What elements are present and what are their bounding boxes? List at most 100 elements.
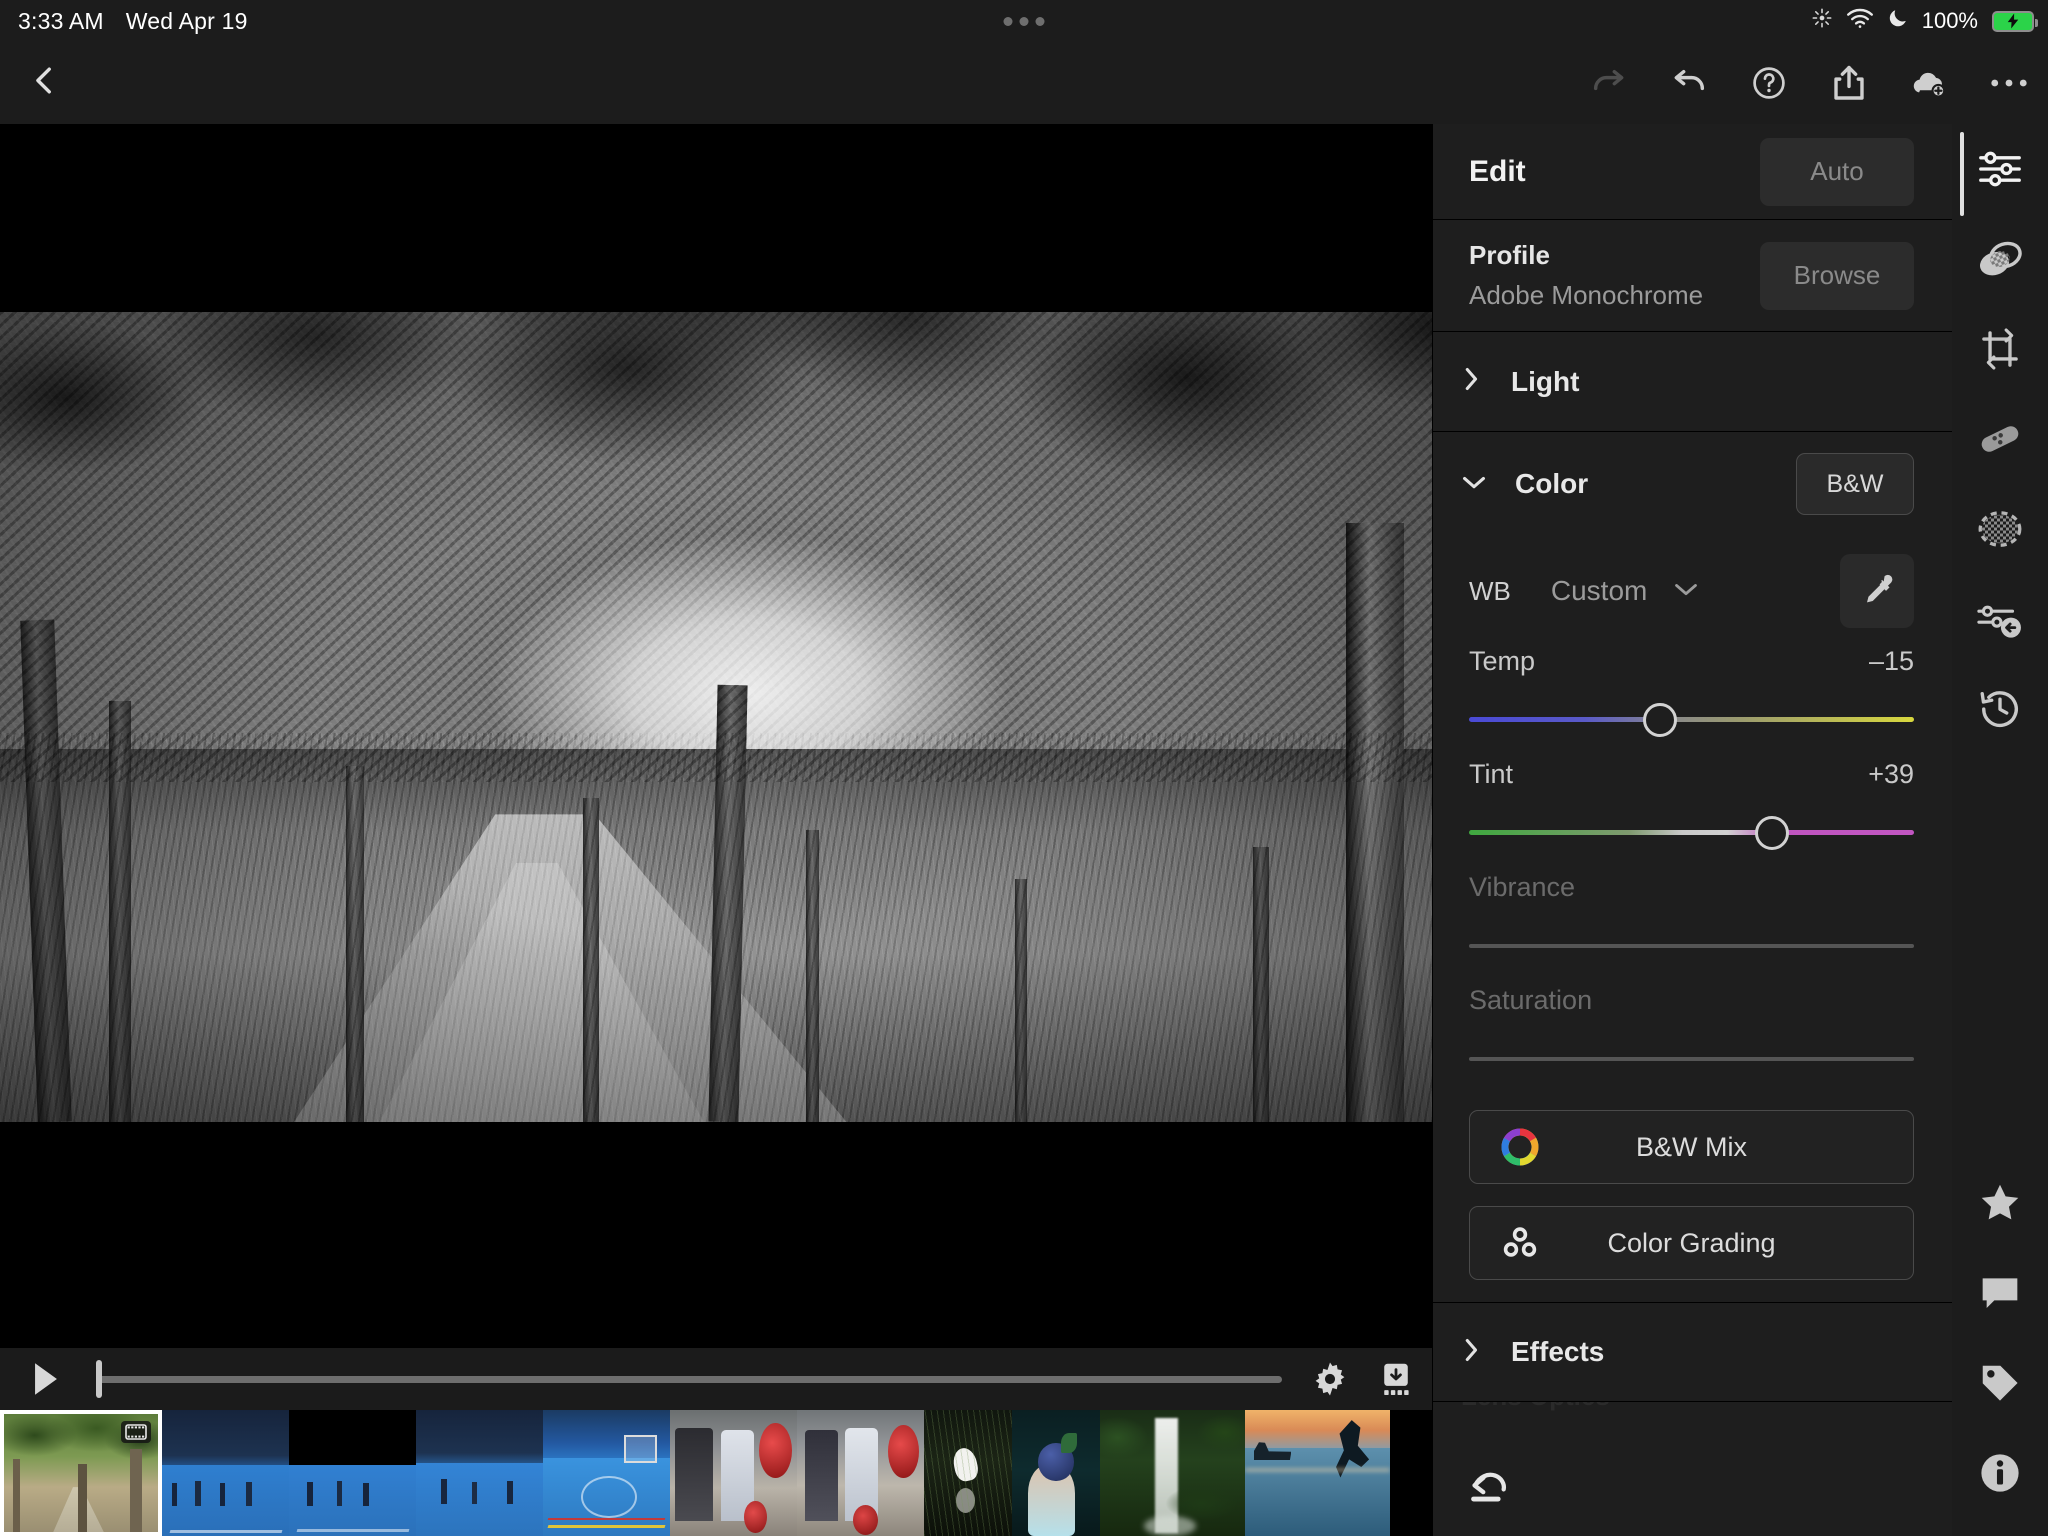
info-icon[interactable]	[1952, 1428, 2048, 1518]
section-color[interactable]: Color B&W	[1433, 432, 1952, 536]
list-item[interactable]	[924, 1410, 1012, 1536]
presets-icon[interactable]	[1952, 574, 2048, 664]
slider-tint[interactable]: Tint +39	[1469, 759, 1914, 850]
panel-scroll-indicator[interactable]	[1960, 132, 1964, 216]
white-balance-row[interactable]: WB Custom	[1469, 536, 1914, 646]
slider-vibrance-track-wrap	[1469, 929, 1914, 963]
bw-toggle-button[interactable]: B&W	[1796, 453, 1914, 515]
redo-icon[interactable]	[1590, 64, 1628, 102]
list-item[interactable]	[0, 1410, 162, 1536]
chevron-down-icon[interactable]	[1673, 579, 1699, 604]
section-color-left: Color	[1461, 468, 1588, 500]
export-frame-icon[interactable]	[1374, 1357, 1418, 1401]
slider-tint-track[interactable]	[1469, 830, 1914, 835]
section-light-left: Light	[1461, 366, 1579, 398]
edit-panel-footer	[1433, 1440, 1952, 1536]
section-clipped-label: Lens Optics	[1461, 1402, 1610, 1412]
dynamic-island-dots	[1004, 17, 1045, 26]
edit-sliders-icon[interactable]	[1952, 124, 2048, 214]
color-grading-button[interactable]: Color Grading	[1469, 1206, 1914, 1280]
slider-saturation-head: Saturation	[1469, 985, 1914, 1016]
list-item[interactable]	[416, 1410, 543, 1536]
crop-icon[interactable]	[1952, 304, 2048, 394]
bw-mix-button[interactable]: B&W Mix	[1469, 1110, 1914, 1184]
status-bar: 3:33 AM Wed Apr 19	[0, 0, 2048, 42]
slider-tint-value: +39	[1868, 759, 1914, 790]
gear-icon[interactable]	[1308, 1357, 1352, 1401]
page-title: Edit	[1469, 155, 1526, 189]
cloud-add-icon[interactable]	[1910, 64, 1948, 102]
list-item[interactable]	[543, 1410, 670, 1536]
back-chevron-icon[interactable]	[28, 61, 62, 106]
filmstrip[interactable]	[0, 1410, 1440, 1536]
list-item[interactable]	[162, 1410, 289, 1536]
list-item[interactable]	[797, 1410, 924, 1536]
profile-value: Adobe Monochrome	[1469, 280, 1703, 311]
color-wheel-icon	[1498, 1125, 1542, 1169]
section-light[interactable]: Light	[1433, 332, 1952, 432]
chevron-down-icon[interactable]	[1461, 471, 1487, 498]
slider-tint-track-wrap[interactable]	[1469, 816, 1914, 850]
section-effects[interactable]: Effects	[1433, 1302, 1952, 1402]
toolbar-actions	[1590, 64, 2028, 102]
selective-mask-icon[interactable]	[1952, 484, 2048, 574]
chevron-right-icon[interactable]	[1461, 366, 1483, 397]
slider-temp-track-wrap[interactable]	[1469, 703, 1914, 737]
tags-icon[interactable]	[1952, 1338, 2048, 1428]
star-rating-icon[interactable]	[1952, 1158, 2048, 1248]
masking-icon[interactable]	[1952, 214, 2048, 304]
slider-vibrance-label: Vibrance	[1469, 872, 1575, 903]
list-item[interactable]	[289, 1410, 416, 1536]
section-effects-left: Effects	[1461, 1336, 1604, 1368]
play-icon[interactable]	[28, 1361, 64, 1397]
video-badge-icon	[121, 1421, 151, 1443]
reset-arrow-icon[interactable]	[1469, 1466, 1515, 1511]
slider-vibrance: Vibrance	[1469, 872, 1914, 963]
battery-percent: 100%	[1922, 8, 1978, 34]
versions-history-icon[interactable]	[1952, 664, 2048, 754]
dot-icon	[1020, 17, 1029, 26]
wifi-icon	[1846, 7, 1874, 35]
battery-charging-icon	[1992, 11, 2034, 32]
slider-temp-label: Temp	[1469, 646, 1535, 677]
slider-temp-value: –15	[1869, 646, 1914, 677]
status-date: Wed Apr 19	[126, 8, 248, 35]
profile-info: Profile Adobe Monochrome	[1469, 240, 1703, 311]
slider-temp-head: Temp –15	[1469, 646, 1914, 677]
slider-tint-head: Tint +39	[1469, 759, 1914, 790]
chevron-right-icon[interactable]	[1461, 1337, 1483, 1368]
eyedropper-icon[interactable]	[1840, 554, 1914, 628]
list-item[interactable]	[1245, 1410, 1390, 1536]
list-item[interactable]	[1012, 1410, 1100, 1536]
color-grading-icon	[1498, 1221, 1542, 1265]
more-options-icon[interactable]	[1990, 64, 2028, 102]
edited-photo[interactable]	[0, 312, 1440, 1122]
color-section-body: WB Custom Temp –15	[1433, 536, 1952, 1280]
top-toolbar	[0, 42, 2048, 124]
slider-saturation: Saturation	[1469, 985, 1914, 1076]
photo-canvas[interactable]	[0, 124, 1440, 1348]
scrub-slider[interactable]	[96, 1361, 1282, 1397]
slider-saturation-track-wrap	[1469, 1042, 1914, 1076]
slider-temp-track[interactable]	[1469, 717, 1914, 722]
healing-brush-icon[interactable]	[1952, 394, 2048, 484]
edit-panel-header: Edit Auto	[1433, 124, 1952, 220]
undo-icon[interactable]	[1670, 64, 1708, 102]
slider-vibrance-track	[1469, 944, 1914, 948]
playhead[interactable]	[96, 1360, 102, 1398]
auto-button[interactable]: Auto	[1760, 138, 1914, 206]
share-icon[interactable]	[1830, 64, 1868, 102]
profile-row[interactable]: Profile Adobe Monochrome Browse	[1433, 220, 1952, 332]
list-item[interactable]	[1100, 1410, 1245, 1536]
slider-temp-knob[interactable]	[1643, 703, 1677, 737]
wb-value[interactable]: Custom	[1551, 575, 1647, 607]
browse-button[interactable]: Browse	[1760, 242, 1914, 310]
section-color-label: Color	[1515, 468, 1588, 500]
help-icon[interactable]	[1750, 64, 1788, 102]
slider-temp[interactable]: Temp –15	[1469, 646, 1914, 737]
list-item[interactable]	[670, 1410, 797, 1536]
status-bar-right: 100%	[1811, 7, 2034, 35]
slider-tint-knob[interactable]	[1755, 816, 1789, 850]
scrub-track[interactable]	[96, 1376, 1282, 1383]
comments-icon[interactable]	[1952, 1248, 2048, 1338]
